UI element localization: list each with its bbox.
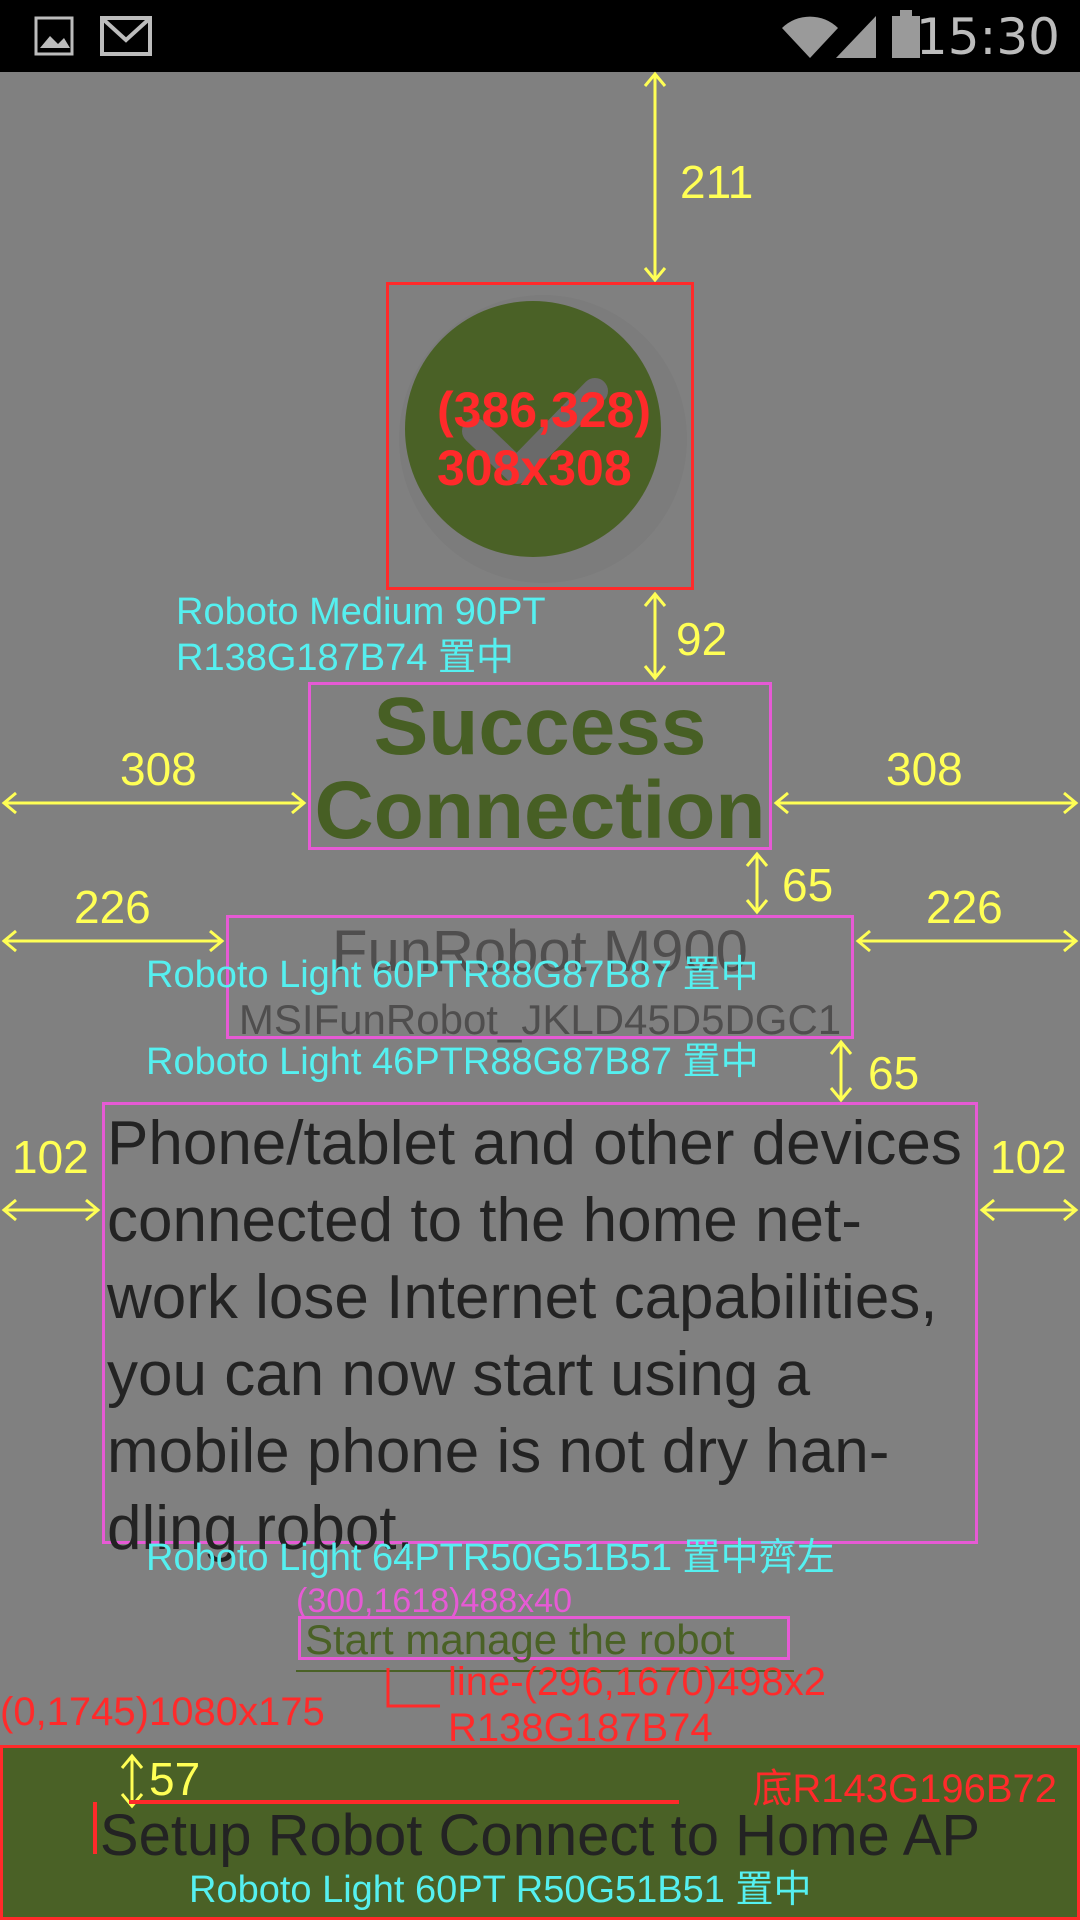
dim-label-57: 57 (149, 1753, 201, 1805)
line-spec-pointer (386, 1668, 440, 1708)
success-title-line1: Success (373, 681, 707, 772)
icon-size-label: 308x308 (437, 440, 632, 496)
dim-label-226-right: 226 (926, 881, 1003, 933)
start-manage-robot-link[interactable]: Start manage the robot (298, 1616, 790, 1661)
icon-position-label: (386,328) (437, 382, 652, 438)
success-title: Success Connection (308, 681, 772, 856)
title-font-annotation: Roboto Medium 90PT (176, 591, 546, 633)
dim-label-211: 211 (680, 156, 754, 208)
title-color-annotation: R138G187B74 置中 (176, 637, 514, 679)
dim-label-308-right: 308 (886, 743, 963, 795)
dim-label-92: 92 (676, 613, 728, 665)
wifi-icon (782, 16, 838, 59)
dimension-arrow-92 (643, 591, 667, 681)
signal-icon (836, 16, 876, 58)
success-title-line2: Connection (314, 765, 766, 856)
device-font-annotation: Roboto Light 60PTR88G87B87 置中 (146, 954, 759, 996)
bar-spec-annotation: (0,1745)1080x175 (0, 1690, 325, 1734)
dim-label-102-left: 102 (12, 1131, 89, 1183)
ssid-font-annotation: Roboto Light 46PTR88G87B87 置中 (146, 1041, 759, 1083)
setup-robot-label: Setup Robot Connect to Home AP (99, 1803, 981, 1868)
dim-label-102-right: 102 (990, 1131, 1067, 1183)
status-bar: 15:30 (0, 0, 1080, 72)
dim-label-226-left: 226 (74, 881, 151, 933)
dimension-arrow-65-a (745, 851, 769, 915)
dim-label-308-left: 308 (120, 743, 197, 795)
bottom-font-annotation: Roboto Light 60PT R50G51B51 置中 (189, 1869, 812, 1911)
dimension-arrow-65-b (829, 1039, 853, 1103)
success-check-icon: (386,328) 308x308 (386, 282, 694, 590)
device-ssid: MSIFunRobot_JKLD45D5DGC1 (238, 996, 842, 1043)
body-font-annotation: Roboto Light 64PTR50G51B51 置中齊左 (146, 1537, 835, 1579)
status-time: 15:30 (915, 8, 1060, 66)
dim-label-65-b: 65 (868, 1047, 920, 1099)
line-spec-annotation: line-(296,1670)498x2 (448, 1660, 827, 1704)
body-text: Phone/tablet and other devices connected… (102, 1102, 978, 1563)
dimension-arrow-211 (643, 71, 667, 283)
image-icon (34, 16, 74, 56)
gmail-icon (100, 16, 152, 56)
dim-label-65-a: 65 (782, 859, 834, 911)
dimension-arrow-102-right (979, 1198, 1079, 1222)
dimension-arrow-102-left (1, 1198, 101, 1222)
setup-robot-button[interactable]: 57 底R143G196B72 Setup Robot Connect to H… (0, 1745, 1080, 1920)
